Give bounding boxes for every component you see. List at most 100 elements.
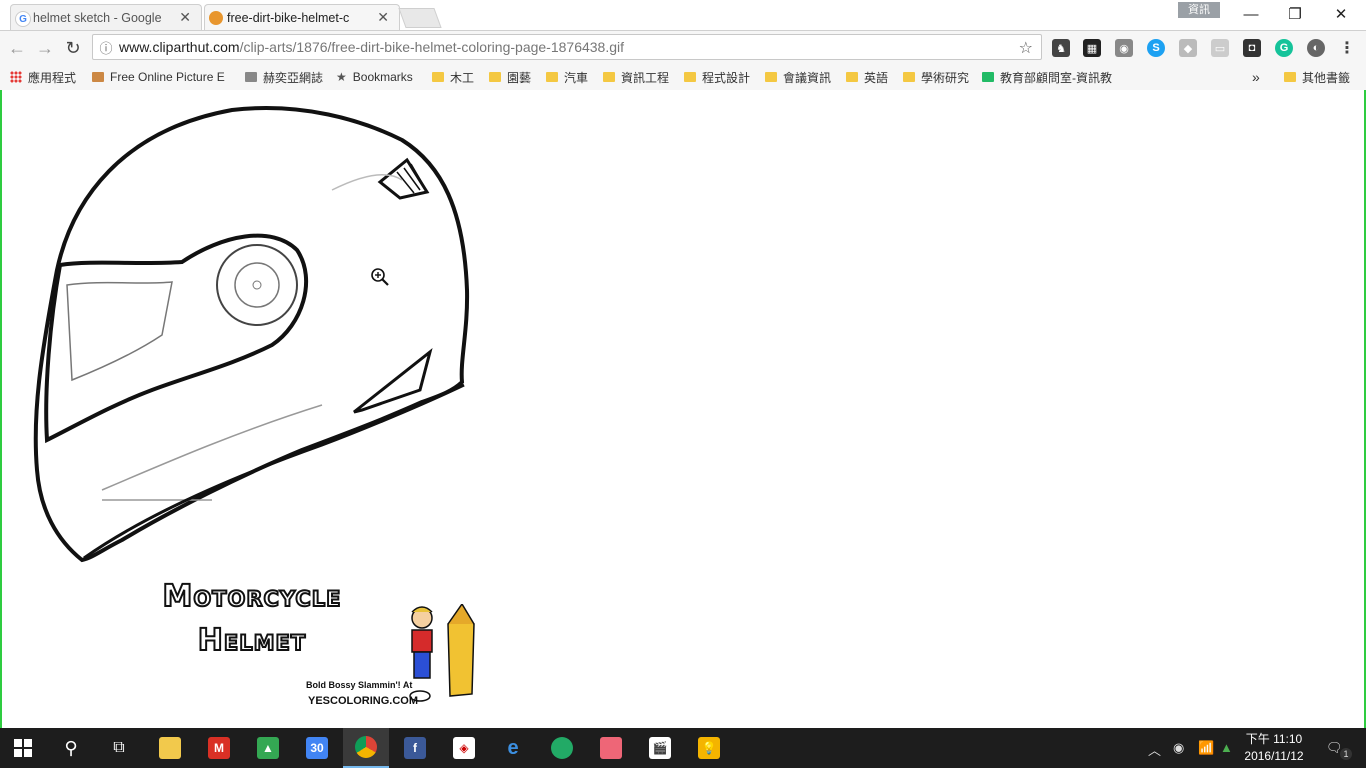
bookmark-folder[interactable]: 園藝	[489, 68, 531, 86]
mascot-crayon-boy	[409, 604, 475, 702]
camera-extension-icon[interactable]: ◉	[1115, 39, 1133, 57]
calendar-icon: 30	[306, 737, 328, 759]
google-drive-button[interactable]: ▲	[245, 728, 291, 768]
tab-title: helmet sketch - Google	[33, 10, 162, 25]
windows-taskbar: ⚲ ⧉ M ▲ 30 f ◈ e 🎬 💡 ︿ ◉ 📶 ▲ 下午 11:10 20…	[0, 728, 1366, 768]
folder-icon	[489, 72, 501, 82]
ime-badge: 資訊	[1178, 2, 1220, 18]
keep-extension-icon[interactable]: ◘	[1243, 39, 1261, 57]
folder-icon	[1284, 72, 1296, 82]
chrome-button[interactable]	[343, 728, 389, 768]
chevron-up-icon[interactable]: ︿	[1148, 740, 1161, 759]
drive-icon: ▲	[257, 737, 279, 759]
bookmark-free-online-picture[interactable]: Free Online Picture E	[92, 68, 230, 86]
info-icon[interactable]: ⓘ	[93, 38, 119, 57]
bookmark-star-icon[interactable]: ☆	[1019, 38, 1033, 58]
folder-icon	[903, 72, 915, 82]
dropbox-extension-icon[interactable]: ◆	[1179, 39, 1197, 57]
drive-tray-icon[interactable]: ▲	[1220, 740, 1233, 755]
clock[interactable]: 下午 11:10 2016/11/12	[1236, 731, 1312, 765]
bookmark-folder[interactable]: 木工	[432, 68, 474, 86]
bookmark-apps[interactable]: 應用程式	[10, 68, 76, 86]
folder-icon	[432, 72, 444, 82]
chrome-icon	[355, 736, 377, 758]
menu-icon[interactable]: ⋮	[1338, 39, 1356, 57]
tab-strip: G helmet sketch - Google ✕ free-dirt-bik…	[0, 0, 1366, 30]
search-icon[interactable]: ⚲	[48, 728, 94, 768]
site-credit: YESCOLORING.COM	[308, 695, 419, 707]
apps-icon	[10, 71, 22, 83]
start-button[interactable]	[0, 728, 46, 768]
close-tab-icon[interactable]: ✕	[179, 9, 191, 26]
bookmarks-overflow-button[interactable]: »	[1252, 68, 1260, 86]
url-text: www.cliparthut.com/clip-arts/1876/free-d…	[119, 39, 625, 55]
zoom-in-cursor-icon	[371, 268, 389, 286]
tab-free-dirt-bike-helmet[interactable]: free-dirt-bike-helmet-c ✕	[204, 4, 400, 30]
facebook-icon: f	[404, 737, 426, 759]
google-g-icon: G	[15, 11, 31, 27]
bookmark-other[interactable]: 其他書籤	[1284, 68, 1350, 86]
bookmark-folder[interactable]: 汽車	[546, 68, 588, 86]
forward-arrow-icon[interactable]: →	[34, 37, 56, 59]
bookmark-folder[interactable]: 學術研究	[903, 68, 969, 86]
gmail-icon: M	[208, 737, 230, 759]
ie-icon: e	[507, 736, 519, 759]
skype-extension-icon[interactable]: S	[1147, 39, 1165, 57]
page-viewport: Motorcycle Helmet Bold Bossy Slammin'! A…	[0, 90, 1366, 728]
folder-icon	[603, 72, 615, 82]
folder-icon	[846, 72, 858, 82]
windows-logo-icon	[14, 739, 32, 757]
extension-icon[interactable]: ▦	[1083, 39, 1101, 57]
notification-count-badge: 1	[1340, 748, 1352, 760]
bookmark-blog[interactable]: 赫奕亞網誌	[245, 68, 323, 86]
earth-button[interactable]	[539, 728, 585, 768]
bookmark-folder[interactable]: 程式設計	[684, 68, 750, 86]
tray-app-icon[interactable]: ◉	[1173, 740, 1184, 756]
address-bar[interactable]: ⓘ www.cliparthut.com/clip-arts/1876/free…	[92, 34, 1042, 60]
paint-icon	[600, 737, 622, 759]
globe-icon	[551, 737, 573, 759]
bookmark-bookmarks[interactable]: ★ Bookmarks	[336, 68, 413, 86]
lightbulb-icon: 💡	[698, 737, 720, 759]
bookmark-moe-site[interactable]: 教育部顧問室-資訊教	[982, 68, 1122, 86]
keep-button[interactable]: 💡	[686, 728, 732, 768]
wifi-icon[interactable]: 📶	[1198, 740, 1214, 756]
back-arrow-icon[interactable]: ←	[6, 37, 28, 59]
movie-maker-button[interactable]: 🎬	[637, 728, 683, 768]
close-tab-icon[interactable]: ✕	[377, 9, 389, 26]
reload-icon[interactable]: ↻	[62, 37, 84, 59]
extension-icon[interactable]: ◐	[1307, 39, 1325, 57]
edge-button[interactable]: e	[490, 728, 536, 768]
bookmark-folder[interactable]: 資訊工程	[603, 68, 669, 86]
clapper-icon: 🎬	[649, 737, 671, 759]
site-icon	[982, 72, 994, 82]
bookmark-folder[interactable]: 會議資訊	[765, 68, 831, 86]
calendar-button[interactable]: 30	[294, 728, 340, 768]
new-tab-button[interactable]	[398, 8, 442, 28]
restore-icon[interactable]: ❐	[1272, 0, 1318, 28]
file-explorer-button[interactable]	[147, 728, 193, 768]
app-button[interactable]: ◈	[441, 728, 487, 768]
extension-icon[interactable]: ▭	[1211, 39, 1229, 57]
folder-icon	[684, 72, 696, 82]
folder-icon	[765, 72, 777, 82]
browser-toolbar: ← → ↻ ⓘ www.cliparthut.com/clip-arts/187…	[0, 30, 1366, 65]
tab-helmet-sketch[interactable]: G helmet sketch - Google ✕	[10, 4, 202, 30]
facebook-button[interactable]: f	[392, 728, 438, 768]
task-view-icon[interactable]: ⧉	[96, 728, 142, 768]
paint-button[interactable]	[588, 728, 634, 768]
cube-icon: ◈	[453, 737, 475, 759]
folder-icon	[159, 737, 181, 759]
picture-icon	[92, 72, 104, 82]
clipart-favicon-icon	[209, 11, 223, 25]
folder-icon	[546, 72, 558, 82]
gmail-button[interactable]: M	[196, 728, 242, 768]
image-title: Motorcycle Helmet	[161, 578, 342, 659]
close-window-icon[interactable]: ✕	[1318, 0, 1364, 28]
minimize-icon[interactable]: —	[1228, 0, 1274, 28]
grammarly-extension-icon[interactable]: G	[1275, 39, 1293, 57]
tab-title: free-dirt-bike-helmet-c	[227, 10, 350, 25]
bookmarks-bar: 應用程式 Free Online Picture E 赫奕亞網誌 ★ Bookma…	[0, 64, 1366, 91]
bookmark-folder[interactable]: 英語	[846, 68, 888, 86]
evernote-extension-icon[interactable]: ♞	[1052, 39, 1070, 57]
